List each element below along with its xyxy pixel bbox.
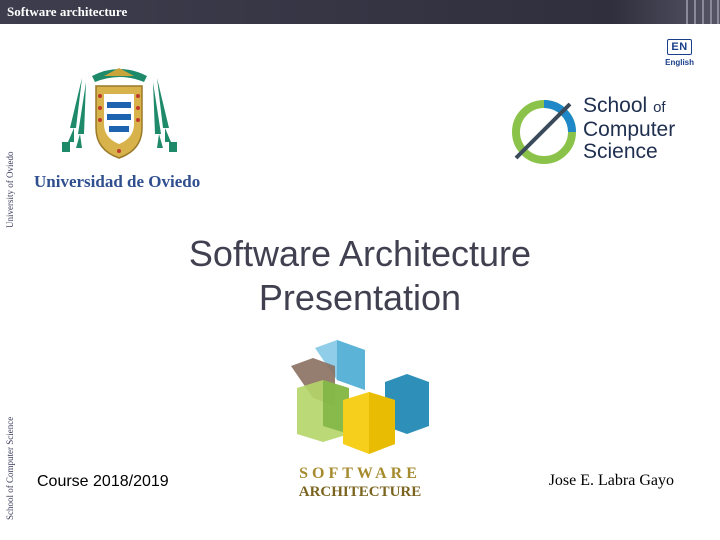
slide-title: Software Architecture Presentation	[100, 232, 620, 320]
school-line3: Science	[583, 140, 658, 163]
language-code[interactable]: EN	[667, 39, 692, 55]
software-architecture-cubes-icon	[291, 340, 429, 454]
slide-title-line2: Presentation	[258, 277, 462, 318]
course-label: Course 2018/2019	[37, 473, 169, 490]
school-of: of	[653, 99, 666, 116]
side-label-school: School of Computer Science	[5, 416, 15, 520]
software-logo-word: SOFTWARE	[299, 465, 421, 482]
slide-title-line1: Software Architecture	[188, 233, 532, 274]
university-crest-icon	[62, 68, 177, 159]
school-line2: Computer	[583, 118, 676, 141]
school-logo-text: School of Computer Science	[583, 95, 675, 163]
software-logo-architecture: ARCHITECTURE	[298, 484, 422, 500]
language-label[interactable]: English	[665, 58, 694, 67]
header-stripes	[680, 0, 720, 24]
language-switch[interactable]: EN English	[665, 37, 694, 67]
school-logo-icon	[512, 100, 576, 164]
side-label-university: University of Oviedo	[5, 151, 15, 229]
school-line1: School	[583, 94, 648, 117]
university-name: Universidad de Oviedo	[34, 172, 201, 191]
author-name: Jose E. Labra Gayo	[548, 472, 674, 489]
header-bar: Software architecture	[0, 0, 720, 24]
header-title: Software architecture	[7, 4, 128, 19]
